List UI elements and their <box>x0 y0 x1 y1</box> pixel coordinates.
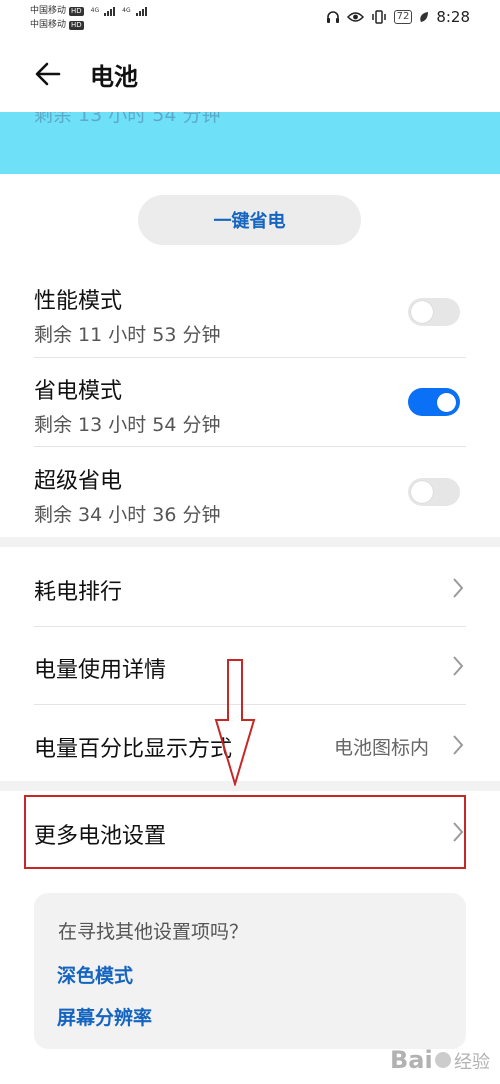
watermark-logo: Bai 经验 <box>390 1046 490 1074</box>
hd-badge: HD <box>69 20 84 30</box>
carrier-name: 中国移动 <box>30 20 67 30</box>
page-title: 电池 <box>90 63 138 91</box>
toggle-knob <box>411 301 433 323</box>
vibrate-icon <box>371 10 386 24</box>
carrier-name: 中国移动 <box>30 6 67 16</box>
mode-title: 超级省电 <box>34 469 123 494</box>
signal-icon <box>104 6 116 16</box>
down-arrow-annotation-icon <box>214 659 256 786</box>
hd-badge: HD <box>69 6 84 16</box>
power-saving-mode-toggle[interactable] <box>408 388 460 416</box>
mode-title: 省电模式 <box>34 379 123 404</box>
divider <box>34 357 466 358</box>
status-bar-left: 中国移动 HD 4G 4G 中国移动 HD <box>30 4 147 32</box>
one-key-save-button[interactable]: 一键省电 <box>138 195 361 245</box>
network-type: 4G <box>90 7 100 14</box>
clock: 8:28 <box>436 8 470 26</box>
list-item-percentage-display[interactable]: 电量百分比显示方式 <box>34 731 232 763</box>
super-power-saving-toggle[interactable] <box>408 478 460 506</box>
mode-title: 性能模式 <box>34 289 123 314</box>
highlight-box <box>24 795 466 869</box>
battery-level: 72 <box>393 10 413 24</box>
back-arrow-icon <box>35 62 61 86</box>
headset-icon <box>326 11 339 23</box>
chevron-right-icon <box>453 578 464 598</box>
mode-subtitle: 剩余 34 小时 36 分钟 <box>34 504 221 526</box>
chevron-right-icon <box>453 656 464 676</box>
section-gap <box>0 537 500 547</box>
link-screen-resolution[interactable]: 屏幕分辨率 <box>57 1003 152 1030</box>
link-dark-mode[interactable]: 深色模式 <box>57 961 133 988</box>
network-type: 4G <box>122 7 131 14</box>
list-item-power-ranking[interactable]: 耗电排行 <box>34 574 122 606</box>
divider <box>34 446 466 447</box>
toggle-knob <box>437 392 456 412</box>
back-button[interactable] <box>32 54 68 94</box>
battery-remaining-text: 剩余 13 小时 54 分钟 <box>34 112 221 126</box>
signal-icon <box>135 6 147 16</box>
percentage-display-value: 电池图标内 <box>334 737 430 759</box>
svg-text:Bai: Bai <box>390 1046 433 1074</box>
status-bar-right: 72 8:28 <box>326 8 470 26</box>
suggestion-question: 在寻找其他设置项吗？ <box>58 921 249 943</box>
leaf-icon <box>420 12 429 22</box>
divider <box>34 626 466 627</box>
toggle-knob <box>411 481 433 503</box>
svg-text:经验: 经验 <box>454 1052 490 1073</box>
battery-summary-band: 剩余 13 小时 54 分钟 <box>0 112 500 174</box>
mode-subtitle: 剩余 11 小时 53 分钟 <box>34 324 221 346</box>
performance-mode-toggle[interactable] <box>408 298 460 326</box>
list-item-usage-details[interactable]: 电量使用详情 <box>34 652 166 684</box>
mode-subtitle: 剩余 13 小时 54 分钟 <box>34 414 221 436</box>
eye-icon <box>346 12 364 22</box>
chevron-right-icon <box>453 735 464 755</box>
